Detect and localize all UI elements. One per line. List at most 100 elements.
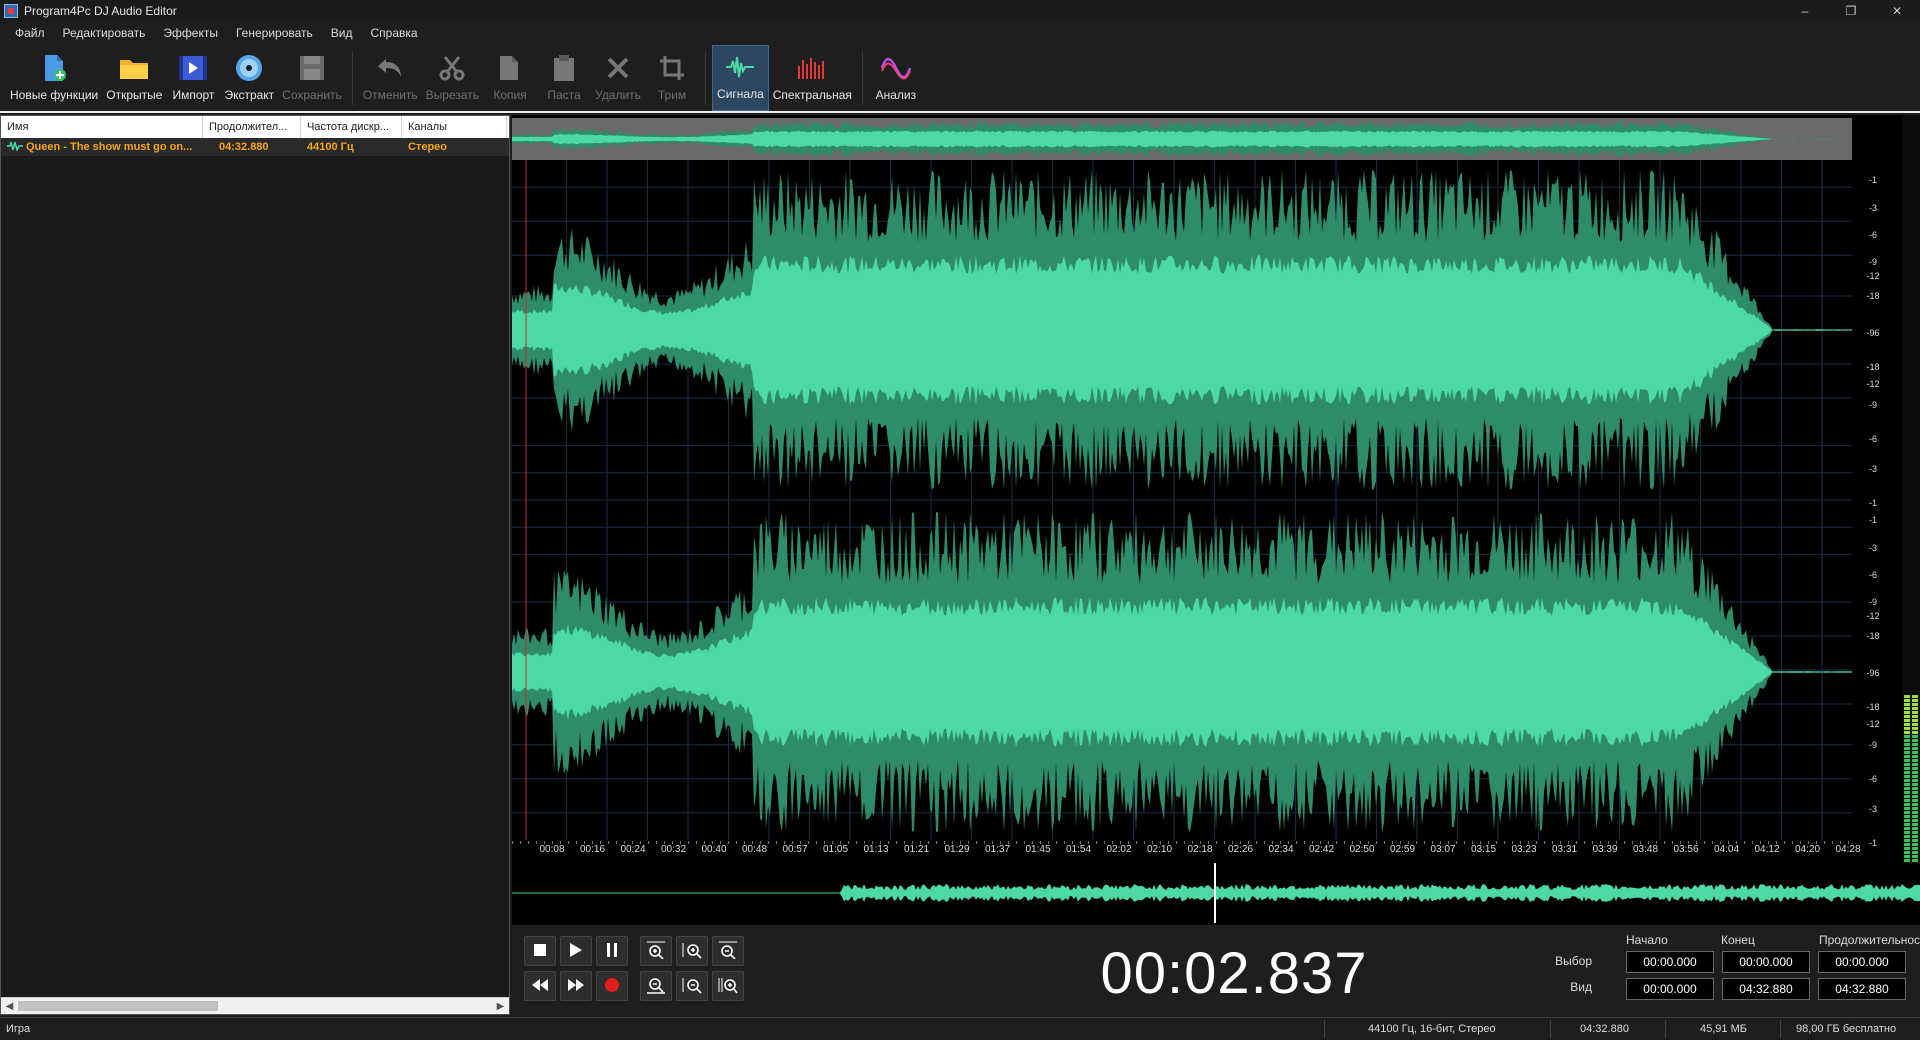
timeline-tick — [1112, 841, 1113, 844]
menu-edit[interactable]: Редактировать — [54, 22, 155, 44]
view-end-field[interactable]: 04:32.880 — [1722, 978, 1810, 1000]
extract-button[interactable]: Экстракт — [220, 45, 278, 111]
column-duration[interactable]: Продолжител... — [203, 116, 301, 138]
start-header: Начало — [1626, 933, 1668, 947]
paste-button[interactable]: Паста — [537, 45, 591, 111]
horizontal-scrollbar[interactable]: ◀ ▶ — [1, 997, 509, 1014]
timeline-tick — [1832, 841, 1833, 844]
timeline-tick — [1240, 841, 1241, 844]
file-row[interactable]: Queen - The show must go on... 04:32.880… — [1, 138, 509, 156]
status-format: 44100 Гц, 16-бит, Стерео — [1368, 1023, 1496, 1035]
delete-icon — [603, 53, 633, 83]
timeline-tick — [1248, 841, 1249, 844]
timeline-tick — [864, 841, 865, 844]
column-name[interactable]: Имя — [1, 116, 203, 138]
timeline-tick — [840, 841, 841, 844]
scroll-right-icon[interactable]: ▶ — [492, 998, 509, 1015]
new-button[interactable]: Новые функции — [6, 45, 102, 111]
analysis-button[interactable]: Анализ — [869, 45, 923, 111]
scroll-left-icon[interactable]: ◀ — [1, 998, 18, 1015]
open-button[interactable]: Открытые — [102, 45, 166, 111]
delete-button[interactable]: Удалить — [591, 45, 645, 111]
copy-button[interactable]: Копия — [483, 45, 537, 111]
timeline-tick-label: 03:15 — [1470, 844, 1497, 855]
stop-button[interactable] — [524, 936, 556, 966]
menu-view[interactable]: Вид — [322, 22, 362, 44]
timeline-tick — [992, 841, 993, 844]
timeline-tick — [1192, 841, 1193, 844]
scroll-waveform[interactable] — [512, 863, 1920, 923]
timeline-ruler[interactable]: 00:08 00:16 00:24 00:32 00:40 00:48 00:57 01:05… — [512, 841, 1861, 859]
menu-file[interactable]: Файл — [6, 22, 54, 44]
column-sample-rate[interactable]: Частота дискр... — [301, 116, 402, 138]
menu-help[interactable]: Справка — [362, 22, 427, 44]
cut-button[interactable]: Вырезать — [422, 45, 483, 111]
selection-start-field[interactable]: 00:00.000 — [1626, 951, 1714, 973]
timeline-tick-label: 02:34 — [1268, 844, 1294, 855]
timeline-tick — [1120, 841, 1121, 844]
record-button[interactable] — [596, 971, 628, 1001]
timeline-tick — [984, 841, 985, 844]
timeline-tick-label: 03:07 — [1430, 844, 1456, 855]
timeline-tick-label: 00:40 — [701, 844, 727, 855]
main-waveform[interactable] — [512, 160, 1852, 840]
timeline-tick — [1640, 841, 1641, 844]
timeline-tick — [1376, 841, 1377, 844]
status-separator — [1324, 1020, 1325, 1038]
spectral-view-button[interactable]: Спектральная — [769, 45, 856, 111]
toolbar-separator — [861, 51, 863, 105]
play-button[interactable] — [560, 936, 592, 966]
timeline-tick — [1736, 841, 1737, 844]
timeline-tick — [1096, 841, 1097, 844]
window-controls: – ❐ ✕ — [1782, 0, 1920, 21]
overview-waveform[interactable] — [512, 118, 1852, 160]
status-length: 04:32.880 — [1580, 1023, 1629, 1035]
pause-button[interactable] — [596, 936, 628, 966]
timeline-tick-label: 00:16 — [579, 844, 606, 855]
film-icon — [178, 53, 208, 83]
zoom-out-horizontal-button[interactable] — [640, 971, 672, 1001]
selection-end-field[interactable]: 00:00.000 — [1722, 951, 1810, 973]
duration-header: Продолжительнос — [1819, 933, 1920, 947]
waveform-view-button[interactable]: Сигнала — [712, 45, 769, 111]
timeline-tick — [1840, 841, 1841, 844]
close-button[interactable]: ✕ — [1874, 0, 1920, 21]
timeline-tick — [544, 841, 545, 844]
zoom-fit-button[interactable] — [712, 936, 744, 966]
timeline-tick — [1528, 841, 1529, 844]
menu-effects[interactable]: Эффекты — [154, 22, 227, 44]
undo-button[interactable]: Отменить — [359, 45, 422, 111]
timeline-tick — [1536, 841, 1537, 844]
timeline-tick-label: 01:05 — [822, 844, 849, 855]
zoom-out-vertical-button[interactable] — [676, 971, 708, 1001]
timeline-tick — [1416, 841, 1417, 844]
scrollbar-thumb[interactable] — [18, 1001, 218, 1011]
zoom-selection-button[interactable] — [712, 971, 744, 1001]
fast-forward-button[interactable] — [560, 971, 592, 1001]
zoom-in-horizontal-button[interactable] — [640, 936, 672, 966]
save-button[interactable]: Сохранить — [278, 45, 346, 111]
selection-duration-field[interactable]: 00:00.000 — [1818, 951, 1906, 973]
trim-button[interactable]: Трим — [645, 45, 699, 111]
menu-generate[interactable]: Генерировать — [227, 22, 322, 44]
restore-button[interactable]: ❐ — [1828, 0, 1874, 21]
timeline-tick — [968, 841, 969, 844]
view-duration-field[interactable]: 04:32.880 — [1818, 978, 1906, 1000]
timeline-tick-label: 01:21 — [903, 844, 930, 855]
file-name: Queen - The show must go on... — [26, 141, 193, 153]
timeline-tick — [1728, 841, 1729, 844]
column-channels[interactable]: Каналы — [402, 116, 507, 138]
import-button[interactable]: Импорт — [166, 45, 220, 111]
db-tick-label: -9 — [1868, 597, 1877, 607]
db-tick-label: -1 — [1868, 175, 1877, 186]
zoom-in-icon — [646, 941, 666, 962]
file-channels: Стерео — [408, 141, 448, 153]
zoom-in-vertical-button[interactable] — [676, 936, 708, 966]
rewind-button[interactable] — [524, 971, 556, 1001]
db-tick-label: -3 — [1868, 202, 1877, 213]
minimize-button[interactable]: – — [1782, 0, 1828, 21]
db-tick-label: -6 — [1868, 433, 1877, 444]
timeline-tick — [1760, 841, 1761, 844]
timeline-tick — [1752, 841, 1753, 844]
view-start-field[interactable]: 00:00.000 — [1626, 978, 1714, 1000]
